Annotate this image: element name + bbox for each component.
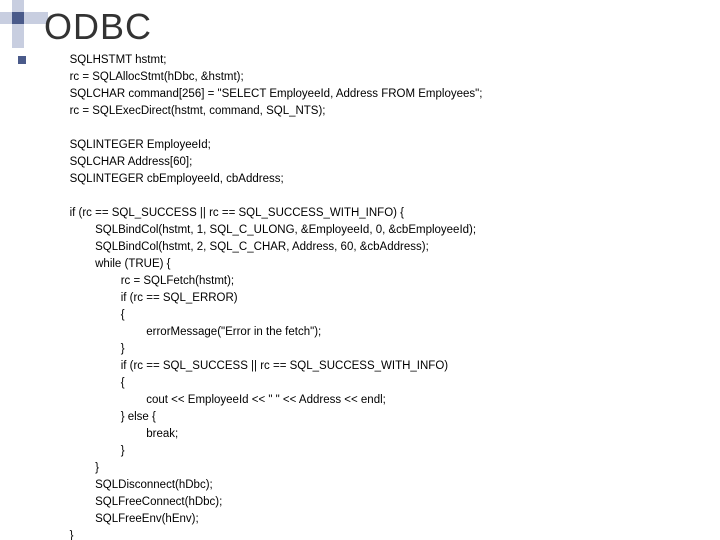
bullet-square-icon <box>18 56 26 64</box>
slide-title: ODBC <box>44 6 152 48</box>
corner-decoration <box>0 0 48 48</box>
code-block: SQLHSTMT hstmt; rc = SQLAllocStmt(hDbc, … <box>44 52 482 540</box>
